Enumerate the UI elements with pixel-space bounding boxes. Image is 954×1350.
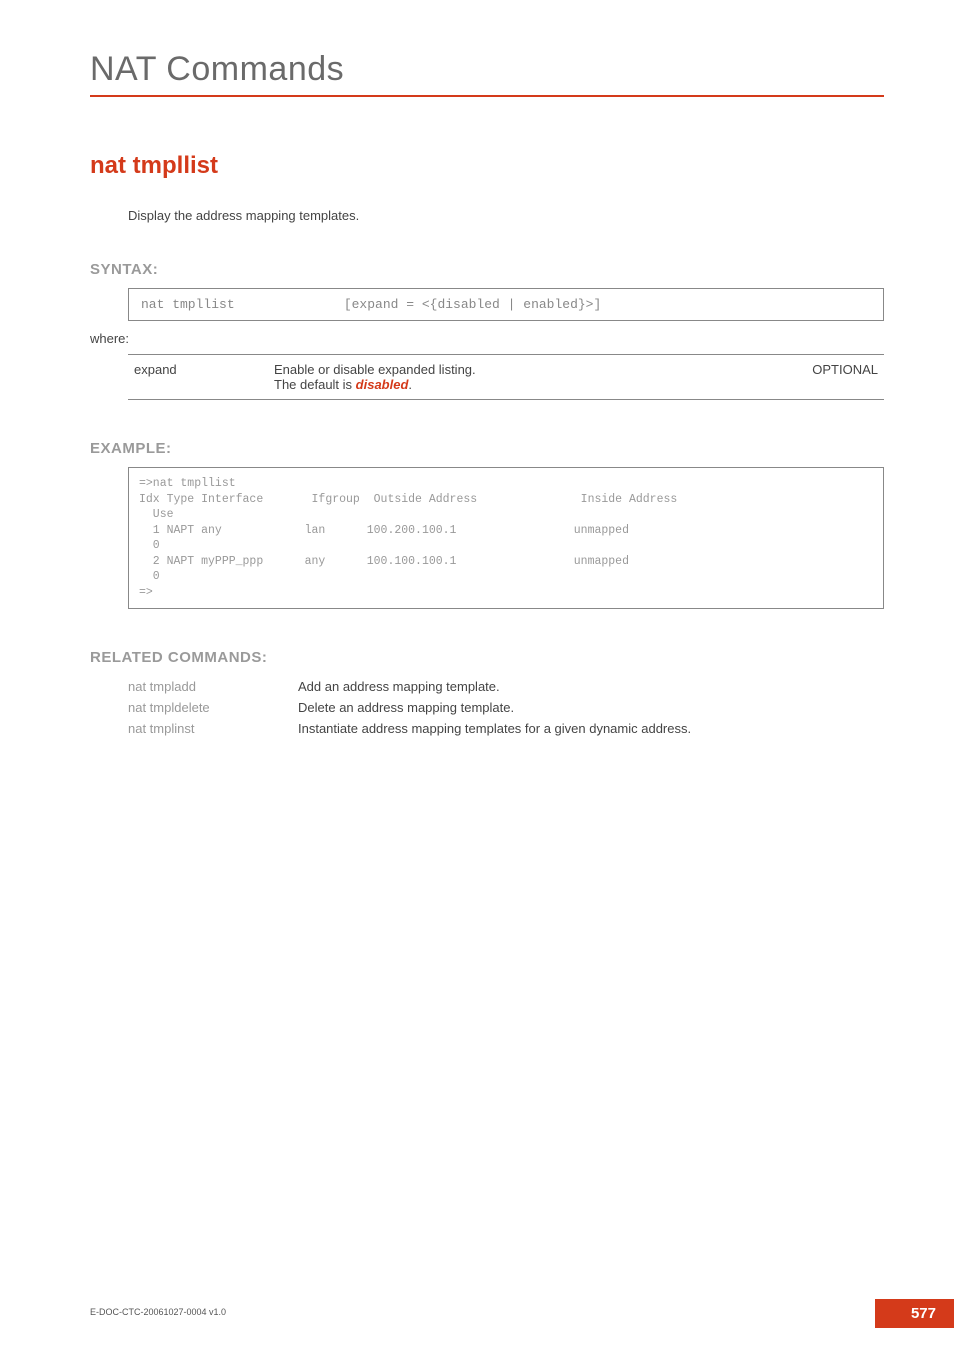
syntax-heading: SYNTAX: [90, 261, 884, 278]
param-desc-em: disabled [356, 377, 409, 392]
chapter-title: NAT Commands [90, 50, 884, 89]
related-desc: Add an address mapping template. [298, 676, 697, 697]
related-cmd: nat tmplinst [128, 718, 298, 739]
table-row: nat tmpldelete Delete an address mapping… [128, 697, 697, 718]
related-table: nat tmpladd Add an address mapping templ… [128, 676, 697, 739]
param-desc-suffix: . [408, 377, 412, 392]
related-heading: RELATED COMMANDS: [90, 649, 884, 666]
param-name: expand [128, 355, 268, 400]
example-box: =>nat tmpllist Idx Type Interface Ifgrou… [128, 467, 884, 609]
param-desc: Enable or disable expanded listing. The … [268, 355, 720, 400]
table-row: nat tmpladd Add an address mapping templ… [128, 676, 697, 697]
related-desc: Delete an address mapping template. [298, 697, 697, 718]
related-cmd: nat tmpldelete [128, 697, 298, 718]
syntax-box: nat tmpllist [expand = <{disabled | enab… [128, 288, 884, 321]
command-title: nat tmpllist [90, 152, 884, 180]
related-cmd: nat tmpladd [128, 676, 298, 697]
command-description: Display the address mapping templates. [128, 208, 884, 223]
table-row: nat tmplinst Instantiate address mapping… [128, 718, 697, 739]
related-desc: Instantiate address mapping templates fo… [298, 718, 697, 739]
table-row: expand Enable or disable expanded listin… [128, 355, 884, 400]
param-optional: OPTIONAL [720, 355, 884, 400]
page-number: 577 [875, 1299, 954, 1328]
param-table: expand Enable or disable expanded listin… [128, 354, 884, 400]
footer: E-DOC-CTC-20061027-0004 v1.0 577 [90, 1302, 954, 1320]
chapter-rule [90, 95, 884, 97]
syntax-where: where: [90, 331, 884, 346]
example-heading: EXAMPLE: [90, 440, 884, 457]
doc-id: E-DOC-CTC-20061027-0004 v1.0 [90, 1307, 226, 1317]
